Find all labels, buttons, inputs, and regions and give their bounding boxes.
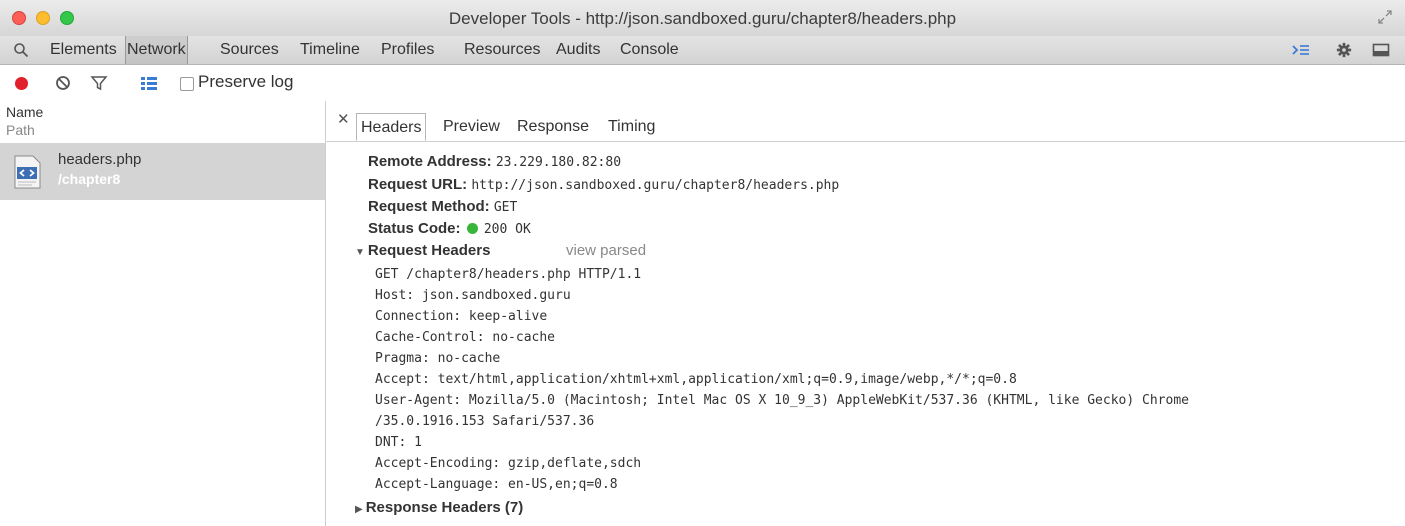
preserve-log-checkbox[interactable] [180,77,194,91]
request-headers-toggle[interactable]: ▼ Request Headers [355,242,490,259]
detail-tab-divider [326,141,1405,142]
header-line: GET /chapter8/headers.php HTTP/1.1 [375,267,642,282]
tab-network[interactable]: Network [125,36,188,64]
remote-address-row: Remote Address: 23.229.180.82:80 [368,153,621,170]
request-url-value: http://json.sandboxed.guru/chapter8/head… [471,178,840,193]
tab-resources[interactable]: Resources [464,36,540,64]
request-url-row: Request URL: http://json.sandboxed.guru/… [368,176,839,193]
filter-icon[interactable] [90,74,108,92]
tab-headers[interactable]: Headers [356,113,427,141]
response-headers-toggle[interactable]: ▶ Response Headers (7) [355,499,523,516]
network-toolbar: Preserve log [0,65,1405,101]
header-line: Accept: text/html,application/xhtml+xml,… [375,372,1017,387]
status-code-value: 200 OK [483,222,531,237]
tab-response[interactable]: Response [517,113,589,141]
tab-preview[interactable]: Preview [443,113,500,141]
script-file-icon [14,155,41,189]
tab-audits[interactable]: Audits [556,36,600,64]
header-line: User-Agent: Mozilla/5.0 (Macintosh; Inte… [375,393,1189,408]
window-title-bar: Developer Tools - http://json.sandboxed.… [0,0,1405,36]
status-ok-icon [466,223,478,234]
header-line: Pragma: no-cache [375,351,501,366]
tab-timing[interactable]: Timing [608,113,655,141]
request-headers-title: Request Headers [367,242,491,259]
header-line: DNT: 1 [375,435,422,450]
view-parsed-link[interactable]: view parsed [566,242,646,259]
panel-divider[interactable] [325,101,326,526]
window-title: Developer Tools - http://json.sandboxed.… [448,9,957,28]
header-line: Host: json.sandboxed.guru [375,288,571,303]
expanded-triangle-icon: ▼ [355,247,365,258]
status-code-row: Status Code: 200 OK [368,220,531,237]
request-row[interactable]: headers.php /chapter8 [0,143,325,200]
column-header-path: Path [6,122,35,138]
header-line: Accept-Language: en-US,en;q=0.8 [375,477,618,492]
request-method-row: Request Method: GET [368,198,517,215]
request-method-label: Request Method: [368,198,490,215]
header-line: Cache-Control: no-cache [375,330,556,345]
request-method-value: GET [493,200,518,215]
request-name: headers.php [58,151,142,168]
tab-timeline[interactable]: Timeline [300,36,360,64]
remote-address-label: Remote Address: [368,153,492,170]
header-line: /35.0.1916.153 Safari/537.36 [375,414,595,429]
devtools-tab-bar: Elements Network Sources Timeline Profil… [0,36,1405,65]
settings-gear-icon[interactable] [1335,42,1353,58]
dock-icon[interactable] [1372,42,1390,58]
status-code-label: Status Code: [368,220,461,237]
large-rows-icon[interactable] [140,74,158,92]
request-path: /chapter8 [58,171,121,187]
tab-sources[interactable]: Sources [220,36,279,64]
close-detail-icon[interactable]: ✕ [337,110,350,128]
tab-elements[interactable]: Elements [50,36,117,64]
tab-profiles[interactable]: Profiles [381,36,434,64]
preserve-log-label: Preserve log [198,72,294,91]
header-line: Accept-Encoding: gzip,deflate,sdch [375,456,642,471]
header-line: Connection: keep-alive [375,309,548,324]
column-header-name[interactable]: Name [6,104,43,120]
collapsed-triangle-icon: ▶ [355,504,363,515]
response-headers-title: Response Headers (7) [365,499,524,516]
fullscreen-icon[interactable] [1377,9,1393,25]
request-list-panel: Name Path headers.php /chapter8 [0,101,325,526]
request-url-label: Request URL: [368,176,468,193]
tab-console[interactable]: Console [620,36,679,64]
remote-address-value: 23.229.180.82:80 [495,155,622,170]
console-drawer-icon[interactable] [1292,42,1310,58]
clear-icon[interactable] [54,74,72,92]
search-icon[interactable] [13,42,29,58]
record-button[interactable] [15,77,28,90]
